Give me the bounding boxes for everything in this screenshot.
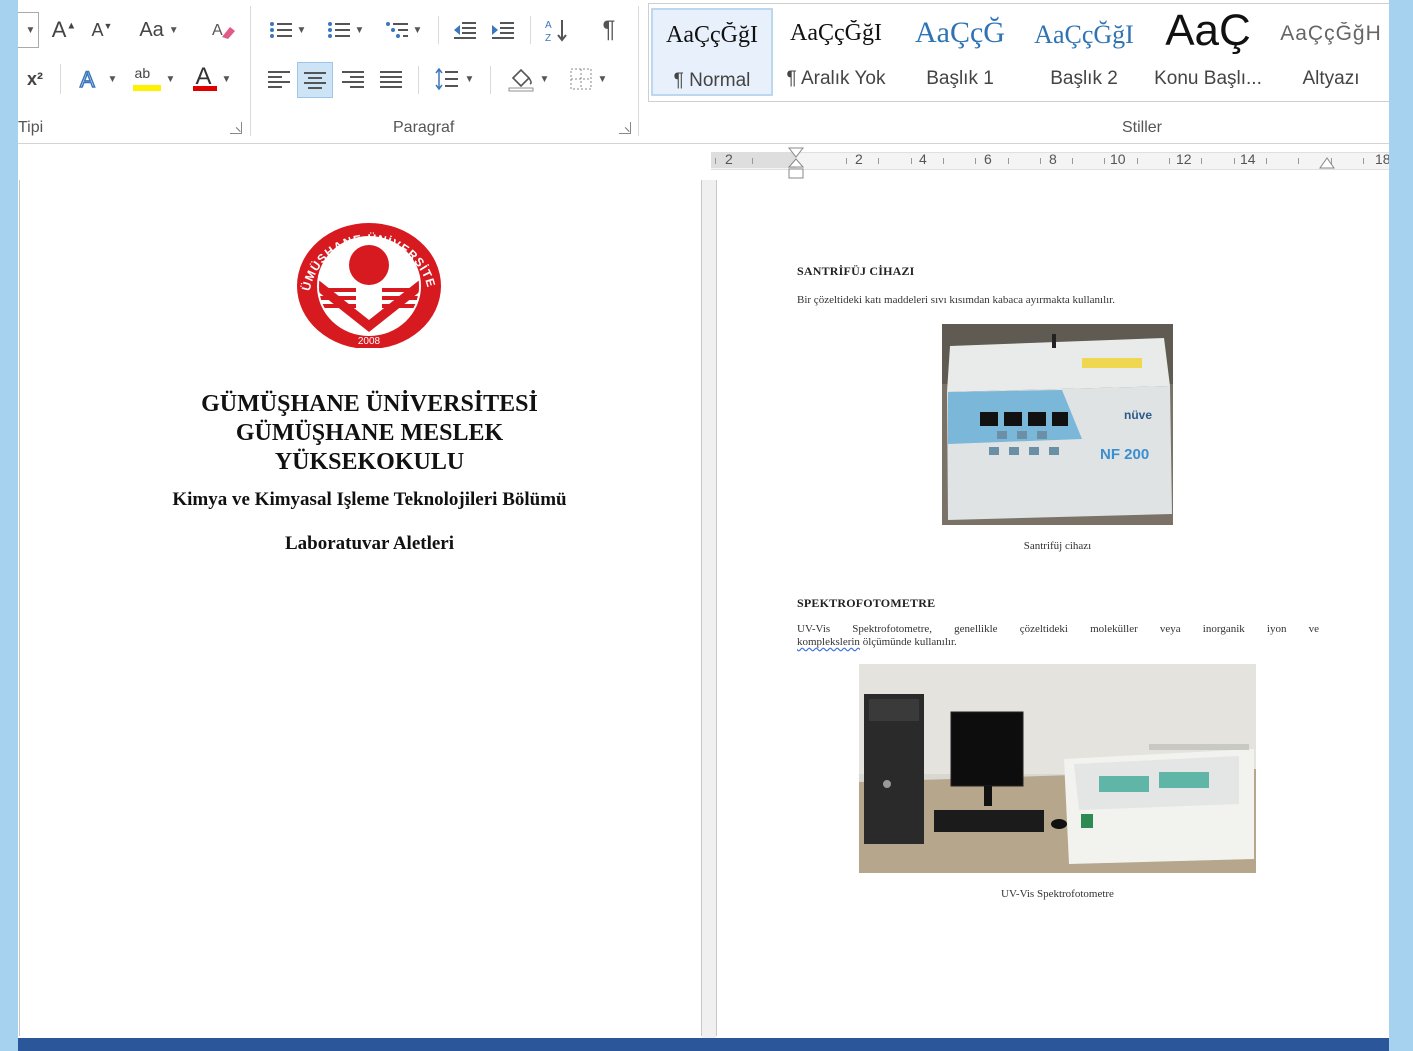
svg-text:A: A [80,67,95,92]
justify-icon [380,70,402,88]
svg-text:Z: Z [545,33,551,43]
superscript-button[interactable]: x² [20,62,50,96]
borders-icon [570,68,592,90]
grow-font-button[interactable]: A▲ [48,13,80,47]
change-case-button[interactable]: Aa ▼ [132,13,186,47]
shrink-font-button[interactable]: A▼ [86,13,118,47]
document-subtitle: Laboratuvar Aletleri [284,533,455,554]
align-center-icon [304,71,326,89]
caption-spectrophotometer: UV-Vis Spektrofotometre [1001,888,1114,900]
paragraph-dialog-launcher[interactable] [619,122,631,134]
line-spacing-button[interactable]: ▼ [428,62,480,96]
svg-text:nüve: nüve [1124,408,1152,422]
text-effects-icon: A [79,66,96,92]
section-heading-spectrophotometer: SPEKTROFOTOMETRE [797,596,936,610]
increase-indent-button[interactable] [486,13,520,47]
change-case-label: Aa [139,18,164,41]
page-edge [716,180,717,1036]
styles-group-label: Stiller [1122,119,1163,136]
separator [60,64,61,94]
paragraph-group-label: Paragraf [393,119,455,136]
caption-centrifuge: Santrifüj cihazı [1023,540,1092,552]
align-center-button[interactable] [297,62,333,98]
university-title: GÜMÜŞHANE ÜNİVERSİTESİ GÜMÜŞHANE MESLEK … [201,391,538,475]
right-indent-marker-icon[interactable] [1318,156,1336,172]
department-name: Kimya ve Kimyasal Işleme Teknolojileri B… [172,489,567,510]
borders-button[interactable]: ▼ [560,62,616,96]
spelling-error-word[interactable]: komplekslerin [797,636,860,648]
style-heading-1[interactable]: AaÇçĞ Başlık 1 [899,8,1021,96]
styles-gallery: AaÇçĞğI ¶ Normal AaÇçĞğI ¶ Aralık Yok Aa… [648,3,1389,102]
page-1: GÜMÜŞHANE ÜNİVERSİTESİ 2008 GÜMÜŞHANE ÜN… [18,180,701,1038]
separator [530,16,531,44]
status-bar [18,1038,1389,1051]
decrease-indent-icon [454,22,476,39]
text-effects-button[interactable]: A ▼ [73,62,121,96]
sort-button[interactable]: AZ [540,13,574,47]
section-heading-centrifuge: SANTRİFÜJ CİHAZI [797,264,915,278]
svg-text:2008: 2008 [358,336,381,347]
separator [438,16,439,44]
align-right-button[interactable] [336,62,370,96]
svg-text:A: A [545,20,552,31]
separator [250,6,251,136]
style-no-spacing[interactable]: AaÇçĞğI ¶ Aralık Yok [775,8,897,96]
ribbon: ▼ A▲ A▼ Aa▼ A x² A▼ ab ▼ A ▼ Tipi ▼ ▼ [18,0,1389,144]
university-seal-logo: GÜMÜŞHANE ÜNİVERSİTESİ 2008 [296,220,441,348]
increase-indent-icon [492,22,514,39]
page-gap [702,180,716,1038]
sort-icon: AZ [545,20,567,43]
eraser-icon: A [212,22,235,39]
centrifuge-photo: nüve NF 200 [942,324,1173,525]
bullet-list-icon [269,22,292,38]
chevron-down-icon: ▼ [168,24,179,36]
align-left-icon [268,70,290,88]
spectrophotometer-photo [859,664,1256,873]
line-spacing-icon [434,67,458,91]
grow-font-icon: A▲ [51,17,77,42]
style-heading-2[interactable]: AaÇçĞğI Başlık 2 [1023,8,1145,96]
separator [418,66,419,94]
separator [490,66,491,94]
svg-text:NF 200: NF 200 [1100,446,1149,463]
align-left-button[interactable] [262,62,296,96]
highlighter-icon: ab [132,65,161,93]
svg-text:A: A [212,22,223,39]
font-group-label: Tipi [18,119,44,136]
style-normal[interactable]: AaÇçĞğI ¶ Normal [651,8,773,96]
font-color-icon: A [192,63,217,93]
shrink-font-icon: A▼ [91,19,113,40]
paint-bucket-icon [508,68,533,92]
font-color-button[interactable]: A ▼ [186,62,238,96]
multilevel-list-button[interactable]: ▼ [378,13,430,47]
style-subtitle[interactable]: AaÇçĞğH Altyazı [1271,8,1389,96]
numbering-button[interactable]: ▼ [318,13,374,47]
section-text-spectrophotometer: UV-Vis Spektrofotometre, genellikle çöze… [797,623,1319,648]
style-title[interactable]: AaÇ Konu Başlı... [1147,6,1269,96]
font-dialog-launcher[interactable] [230,122,242,134]
superscript-label: x² [26,68,43,89]
section-text-centrifuge: Bir çözeltideki katı maddeleri sıvı kısı… [797,294,1115,306]
horizontal-ruler[interactable]: 2 2 4 6 8 10 12 14 18 [711,147,1389,179]
shading-button[interactable]: ▼ [500,62,556,96]
show-formatting-button[interactable]: ¶ [592,13,626,47]
clear-formatting-button[interactable]: A [206,13,240,47]
indent-marker-icon[interactable] [787,147,805,181]
numbered-list-icon [327,22,350,38]
multilevel-list-icon [385,22,408,38]
bullets-button[interactable]: ▼ [262,13,314,47]
highlight-button[interactable]: ab ▼ [128,62,180,96]
word-window: ▼ A▲ A▼ Aa▼ A x² A▼ ab ▼ A ▼ Tipi ▼ ▼ [18,0,1389,1038]
font-size-dropdown[interactable]: ▼ [18,12,39,48]
separator [638,6,639,136]
pilcrow-icon: ¶ [602,16,616,43]
page-2: SANTRİFÜJ CİHAZI Bir çözeltideki katı ma… [718,180,1389,1038]
decrease-indent-button[interactable] [448,13,482,47]
align-right-icon [342,70,364,88]
justify-button[interactable] [374,62,408,96]
